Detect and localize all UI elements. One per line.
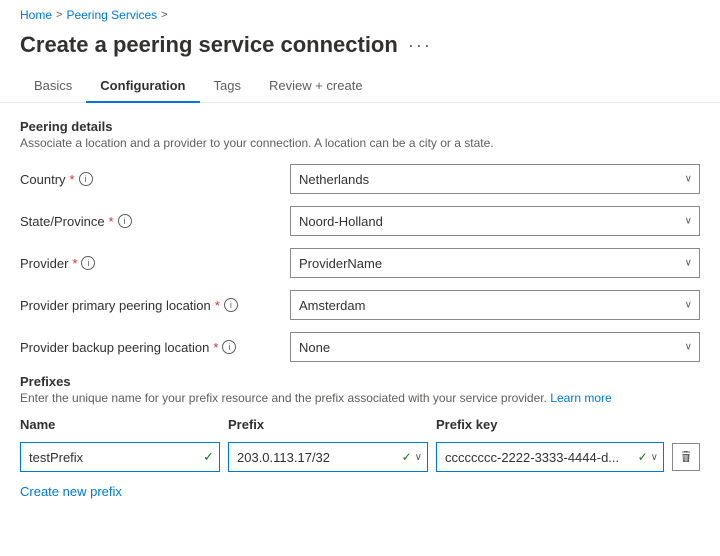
breadcrumb-sep2: > <box>161 9 167 21</box>
name-check-icon: ✓ <box>203 449 214 465</box>
country-label: Country * i <box>20 172 290 187</box>
peering-details-desc: Associate a location and a provider to y… <box>20 136 700 150</box>
country-dropdown[interactable]: Netherlands <box>290 164 700 194</box>
breadcrumb-peering-services[interactable]: Peering Services <box>66 8 157 22</box>
state-dropdown[interactable]: Noord-Holland <box>290 206 700 236</box>
provider-row: Provider * i ProviderName ∨ <box>20 248 700 278</box>
tab-basics[interactable]: Basics <box>20 70 86 103</box>
peering-details-title: Peering details <box>20 119 700 134</box>
key-col-wrapper: ✓ ∨ <box>436 442 664 472</box>
primary-required: * <box>215 298 220 313</box>
prefix-col-wrapper: 203.0.113.17/32 ✓ ∨ <box>228 442 428 472</box>
state-label: State/Province * i <box>20 214 290 229</box>
learn-more-link[interactable]: Learn more <box>550 391 611 405</box>
delete-icon <box>679 450 693 464</box>
state-required: * <box>109 214 114 229</box>
key-icons: ✓ ∨ <box>638 450 658 464</box>
primary-location-row: Provider primary peering location * i Am… <box>20 290 700 320</box>
country-row: Country * i Netherlands ∨ <box>20 164 700 194</box>
prefixes-section: Prefixes Enter the unique name for your … <box>20 374 700 499</box>
backup-info-icon[interactable]: i <box>222 340 236 354</box>
prefix-table-header: Name Prefix Prefix key <box>20 417 700 436</box>
key-chevron-icon: ∨ <box>651 452 658 463</box>
col-header-name: Name <box>20 417 220 432</box>
tab-review-create[interactable]: Review + create <box>255 70 377 103</box>
tab-configuration[interactable]: Configuration <box>86 70 199 103</box>
country-required: * <box>70 172 75 187</box>
provider-label: Provider * i <box>20 256 290 271</box>
state-dropdown-wrapper: Noord-Holland ∨ <box>290 206 700 236</box>
name-input-wrapper: ✓ <box>20 442 220 472</box>
prefix-key-input[interactable] <box>436 442 664 472</box>
create-new-prefix-link[interactable]: Create new prefix <box>20 484 122 499</box>
backup-location-row: Provider backup peering location * i Non… <box>20 332 700 362</box>
breadcrumb: Home > Peering Services > <box>0 0 720 26</box>
prefixes-desc: Enter the unique name for your prefix re… <box>20 391 700 405</box>
ellipsis-icon[interactable]: ··· <box>408 35 432 56</box>
backup-location-dropdown-wrapper: None ∨ <box>290 332 700 362</box>
col-header-prefix: Prefix <box>228 417 428 432</box>
breadcrumb-home[interactable]: Home <box>20 8 52 22</box>
backup-location-dropdown[interactable]: None <box>290 332 700 362</box>
country-info-icon[interactable]: i <box>79 172 93 186</box>
tab-bar: Basics Configuration Tags Review + creat… <box>0 70 720 103</box>
table-row: ✓ 203.0.113.17/32 ✓ ∨ ✓ ∨ <box>20 442 700 472</box>
country-dropdown-wrapper: Netherlands ∨ <box>290 164 700 194</box>
provider-required: * <box>72 256 77 271</box>
provider-dropdown-wrapper: ProviderName ∨ <box>290 248 700 278</box>
tab-tags[interactable]: Tags <box>200 70 255 103</box>
state-info-icon[interactable]: i <box>118 214 132 228</box>
backup-required: * <box>213 340 218 355</box>
primary-location-label: Provider primary peering location * i <box>20 298 290 313</box>
breadcrumb-sep1: > <box>56 9 62 21</box>
primary-location-dropdown-wrapper: Amsterdam ∨ <box>290 290 700 320</box>
key-check-icon: ✓ <box>638 450 648 464</box>
delete-prefix-button[interactable] <box>672 443 700 471</box>
main-content: Peering details Associate a location and… <box>0 103 720 515</box>
page-header: Create a peering service connection ··· <box>0 26 720 70</box>
prefix-name-input[interactable] <box>20 442 220 472</box>
primary-info-icon[interactable]: i <box>224 298 238 312</box>
provider-info-icon[interactable]: i <box>81 256 95 270</box>
state-row: State/Province * i Noord-Holland ∨ <box>20 206 700 236</box>
primary-location-dropdown[interactable]: Amsterdam <box>290 290 700 320</box>
backup-location-label: Provider backup peering location * i <box>20 340 290 355</box>
provider-dropdown[interactable]: ProviderName <box>290 248 700 278</box>
prefixes-title: Prefixes <box>20 374 700 389</box>
page-title: Create a peering service connection <box>20 32 398 58</box>
prefix-dropdown[interactable]: 203.0.113.17/32 <box>228 442 428 472</box>
col-header-key: Prefix key <box>436 417 700 432</box>
